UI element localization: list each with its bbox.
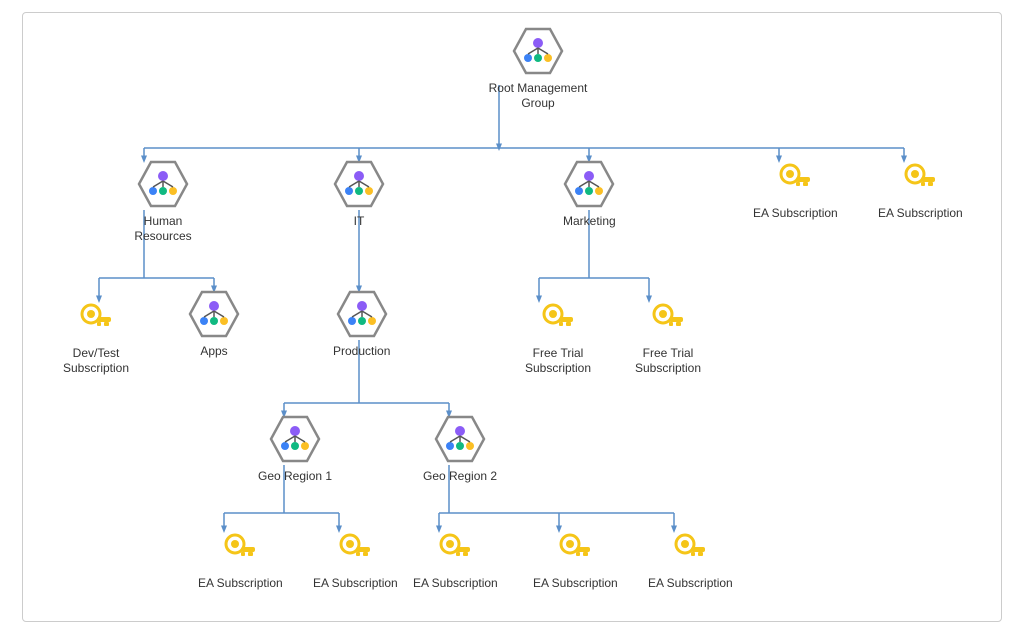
node-hr-label: Human Resources — [118, 214, 208, 245]
node-hr: Human Resources — [118, 158, 208, 245]
sub-icon-freetrial1 — [536, 298, 580, 342]
node-freetrial2: Free Trial Subscription — [623, 298, 713, 377]
node-it: IT — [333, 158, 385, 230]
mg-icon-production — [336, 288, 388, 340]
node-freetrial1-label: Free Trial Subscription — [513, 346, 603, 377]
node-ea-gr2-1-label: EA Subscription — [413, 576, 498, 592]
node-ea-gr2-1: EA Subscription — [413, 528, 498, 592]
node-ea-gr2-3: EA Subscription — [648, 528, 733, 592]
node-georegion2-label: Geo Region 2 — [423, 469, 497, 485]
sub-icon-ea-gr2-2 — [553, 528, 597, 572]
node-ea2-top-label: EA Subscription — [878, 206, 963, 222]
diagram-container: Root Management Group Human Resources IT — [22, 12, 1002, 622]
sub-icon-ea-gr1-2 — [333, 528, 377, 572]
mg-icon-hr — [137, 158, 189, 210]
node-freetrial1: Free Trial Subscription — [513, 298, 603, 377]
node-ea-gr2-3-label: EA Subscription — [648, 576, 733, 592]
node-ea1-top: EA Subscription — [753, 158, 838, 222]
node-apps-label: Apps — [200, 344, 227, 360]
node-marketing-label: Marketing — [563, 214, 616, 230]
node-devtest: Dev/Test Subscription — [51, 298, 141, 377]
mg-icon-it — [333, 158, 385, 210]
mg-icon-georegion2 — [434, 413, 486, 465]
mg-icon-root — [512, 25, 564, 77]
sub-icon-freetrial2 — [646, 298, 690, 342]
node-georegion2: Geo Region 2 — [423, 413, 497, 485]
sub-icon-devtest — [74, 298, 118, 342]
node-georegion1: Geo Region 1 — [258, 413, 332, 485]
node-root-label: Root Management Group — [473, 81, 603, 112]
mg-icon-georegion1 — [269, 413, 321, 465]
node-ea2-top: EA Subscription — [878, 158, 963, 222]
node-apps: Apps — [188, 288, 240, 360]
node-production: Production — [333, 288, 390, 360]
sub-icon-ea-gr2-1 — [433, 528, 477, 572]
node-georegion1-label: Geo Region 1 — [258, 469, 332, 485]
node-ea1-top-label: EA Subscription — [753, 206, 838, 222]
node-marketing: Marketing — [563, 158, 616, 230]
node-freetrial2-label: Free Trial Subscription — [623, 346, 713, 377]
sub-icon-ea-gr1-1 — [218, 528, 262, 572]
mg-icon-marketing — [563, 158, 615, 210]
sub-icon-ea-gr2-3 — [668, 528, 712, 572]
node-ea-gr1-1-label: EA Subscription — [198, 576, 283, 592]
node-ea-gr2-2: EA Subscription — [533, 528, 618, 592]
node-root: Root Management Group — [473, 25, 603, 112]
node-ea-gr1-1: EA Subscription — [198, 528, 283, 592]
node-devtest-label: Dev/Test Subscription — [51, 346, 141, 377]
node-ea-gr2-2-label: EA Subscription — [533, 576, 618, 592]
sub-icon-ea2-top — [898, 158, 942, 202]
node-production-label: Production — [333, 344, 390, 360]
node-ea-gr1-2-label: EA Subscription — [313, 576, 398, 592]
mg-icon-apps — [188, 288, 240, 340]
node-it-label: IT — [354, 214, 365, 230]
node-ea-gr1-2: EA Subscription — [313, 528, 398, 592]
sub-icon-ea1-top — [773, 158, 817, 202]
